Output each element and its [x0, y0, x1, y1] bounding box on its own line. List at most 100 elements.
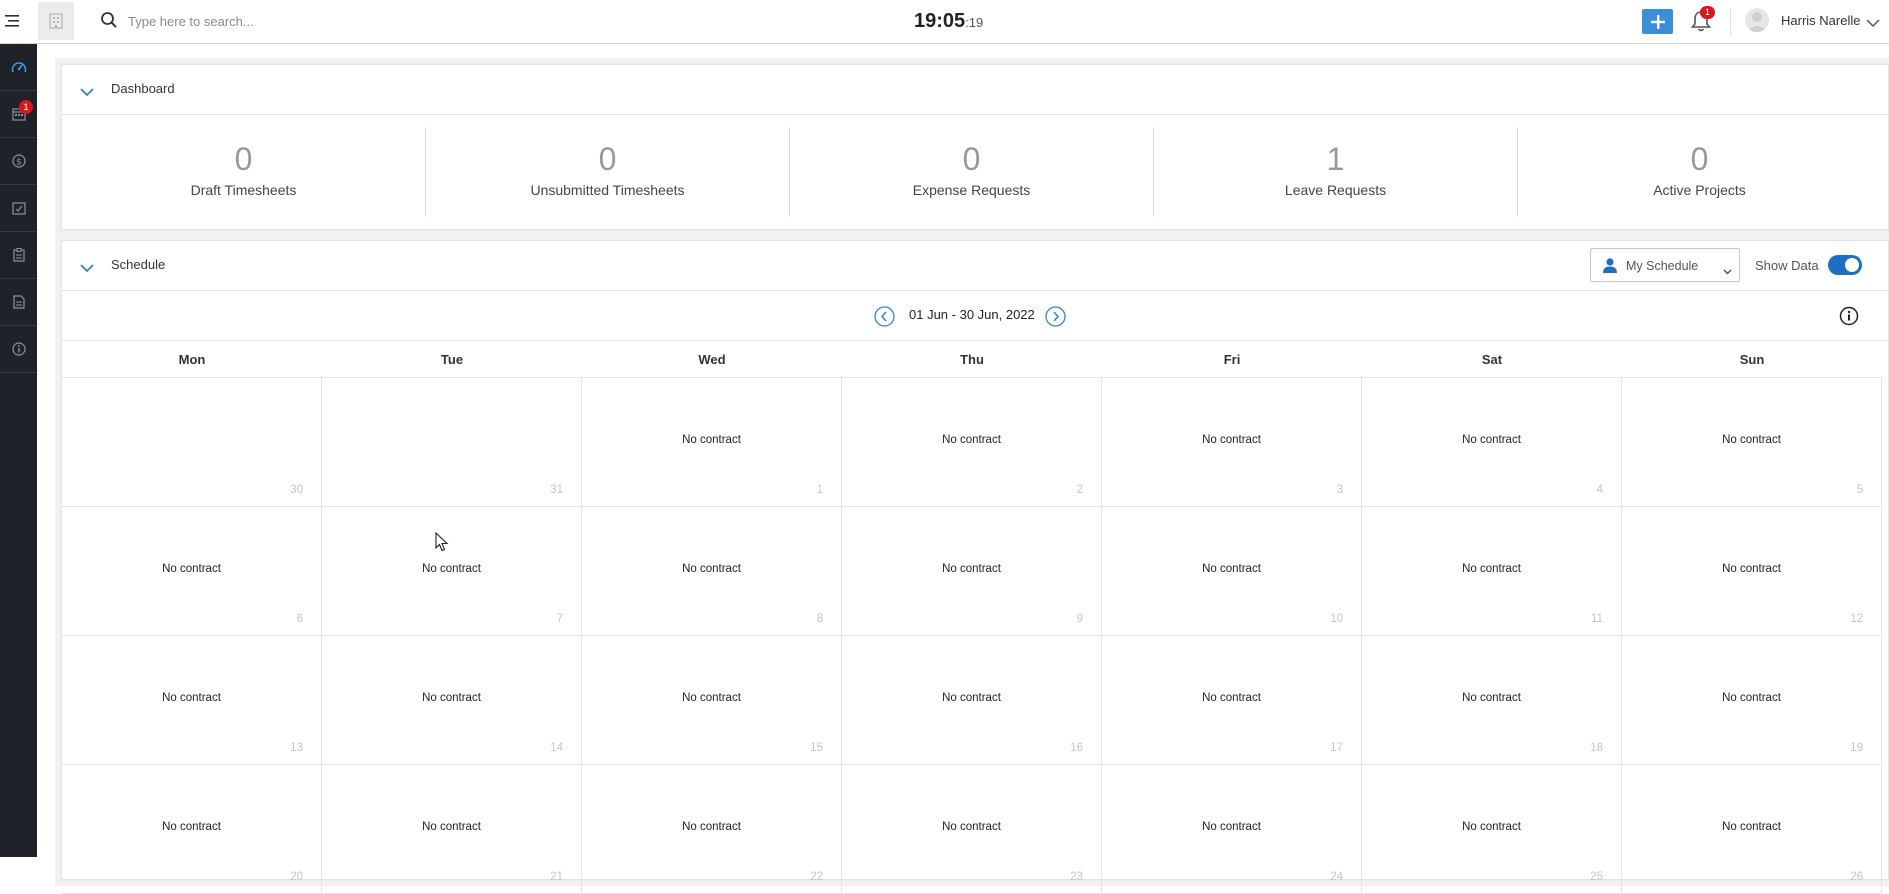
toggle-knob [1845, 258, 1859, 272]
calendar-day-cell[interactable]: No contract 20 [62, 765, 322, 894]
calendar-day-cell[interactable]: No contract 24 [1102, 765, 1362, 894]
day-status: No contract [1462, 563, 1521, 575]
schedule-view-select[interactable]: My Schedule [1590, 248, 1740, 282]
calendar-day-cell[interactable]: No contract 14 [322, 636, 582, 765]
schedule-view-value: My Schedule [1626, 259, 1699, 273]
calendar-day-cell[interactable]: No contract 2 [842, 378, 1102, 507]
menu-toggle-icon[interactable] [0, 4, 26, 38]
search-input[interactable] [128, 10, 508, 32]
day-number: 14 [550, 742, 563, 754]
day-status: No contract [1462, 692, 1521, 704]
collapse-chevron-icon[interactable] [80, 260, 94, 278]
info-icon[interactable] [1839, 306, 1859, 331]
sidebar-item-calendar[interactable] [0, 91, 37, 138]
calendar-day-cell[interactable]: No contract 3 [1102, 378, 1362, 507]
calendar-day-cell[interactable]: No contract 26 [1622, 765, 1882, 894]
calendar-day-cell[interactable]: No contract 7 [322, 507, 582, 636]
calendar-day-cell[interactable]: 31 [322, 378, 582, 507]
chevron-down-icon[interactable] [1866, 15, 1880, 33]
document-icon [12, 295, 25, 309]
company-logo[interactable] [38, 2, 74, 40]
calendar-day-cell[interactable]: No contract 17 [1102, 636, 1362, 765]
day-status: No contract [942, 692, 1001, 704]
svg-text:$: $ [16, 158, 22, 168]
sidebar-item-documents[interactable] [0, 279, 37, 326]
sidebar-item-clipboard[interactable] [0, 232, 37, 279]
calendar-day-cell[interactable]: No contract 9 [842, 507, 1102, 636]
day-number: 25 [1590, 871, 1603, 883]
mouse-cursor-icon [435, 531, 449, 557]
stat-leave-requests[interactable]: 1 Leave Requests [1154, 115, 1517, 231]
dashboard-header[interactable]: Dashboard [62, 65, 1888, 115]
day-number: 20 [290, 871, 303, 883]
weekday-header: Fri [1102, 341, 1362, 378]
calendar-day-cell[interactable]: No contract 18 [1362, 636, 1622, 765]
calendar-day-cell[interactable]: 30 [62, 378, 322, 507]
calendar-day-cell[interactable]: No contract 1 [582, 378, 842, 507]
calendar-day-cell[interactable]: No contract 8 [582, 507, 842, 636]
day-status: No contract [1202, 434, 1261, 446]
calendar-day-cell[interactable]: No contract 5 [1622, 378, 1882, 507]
clock: 19:05:19 [914, 10, 983, 33]
clipboard-icon [12, 248, 25, 262]
day-number: 12 [1850, 613, 1863, 625]
show-data-toggle[interactable] [1828, 255, 1862, 275]
weekday-header: Thu [842, 341, 1102, 378]
stat-value: 0 [598, 141, 617, 177]
day-status: No contract [1462, 434, 1521, 446]
day-number: 13 [290, 742, 303, 754]
collapse-chevron-icon[interactable] [80, 84, 94, 102]
stat-label: Unsubmitted Timesheets [530, 182, 685, 198]
sidebar-item-info[interactable] [0, 326, 37, 373]
stat-active-projects[interactable]: 0 Active Projects [1518, 115, 1881, 231]
dollar-icon: $ [11, 154, 26, 168]
calendar-day-cell[interactable]: No contract 25 [1362, 765, 1622, 894]
prev-month-icon[interactable] [874, 306, 895, 332]
day-number: 9 [1076, 613, 1083, 625]
calendar-day-cell[interactable]: No contract 13 [62, 636, 322, 765]
weekday-header: Wed [582, 341, 842, 378]
calendar-day-cell[interactable]: No contract 23 [842, 765, 1102, 894]
day-status: No contract [1462, 821, 1521, 833]
search-icon[interactable] [100, 11, 118, 34]
next-month-icon[interactable] [1045, 306, 1066, 332]
sidebar-item-tasks[interactable] [0, 185, 37, 232]
day-status: No contract [422, 821, 481, 833]
day-number: 23 [1070, 871, 1083, 883]
stat-label: Expense Requests [912, 182, 1031, 198]
calendar-day-cell[interactable]: No contract 6 [62, 507, 322, 636]
schedule-panel: Schedule My Schedule Show Data 01 Jun - … [61, 240, 1889, 894]
calendar-day-cell[interactable]: No contract 15 [582, 636, 842, 765]
calendar-day-cell[interactable]: No contract 21 [322, 765, 582, 894]
day-number: 24 [1330, 871, 1343, 883]
day-number: 4 [1596, 484, 1603, 496]
sidebar-item-expenses[interactable]: $ [0, 138, 37, 185]
avatar[interactable] [1745, 8, 1769, 32]
day-status: No contract [1722, 692, 1781, 704]
notification-count-badge: 1 [1700, 6, 1715, 19]
calendar-day-cell[interactable]: No contract 19 [1622, 636, 1882, 765]
stat-draft-timesheets[interactable]: 0 Draft Timesheets [62, 115, 425, 231]
date-range-bar: 01 Jun - 30 Jun, 2022 [62, 291, 1888, 341]
task-check-icon [11, 202, 26, 215]
stat-expense-requests[interactable]: 0 Expense Requests [790, 115, 1153, 231]
day-status: No contract [1202, 692, 1261, 704]
user-name[interactable]: Harris Narelle [1781, 13, 1860, 28]
show-data-label: Show Data [1755, 258, 1819, 273]
calendar-day-cell[interactable]: No contract 11 [1362, 507, 1622, 636]
stat-value: 1 [1326, 141, 1345, 177]
calendar-day-cell[interactable]: No contract 4 [1362, 378, 1622, 507]
sidebar-item-dashboard[interactable] [0, 44, 37, 91]
add-button[interactable] [1642, 9, 1673, 34]
schedule-header: Schedule My Schedule Show Data [62, 241, 1888, 291]
day-number: 3 [1336, 484, 1343, 496]
day-number: 6 [296, 613, 303, 625]
stat-label: Active Projects [1653, 182, 1746, 198]
user-icon [1603, 258, 1617, 278]
stat-unsubmitted-timesheets[interactable]: 0 Unsubmitted Timesheets [426, 115, 789, 231]
calendar-day-cell[interactable]: No contract 12 [1622, 507, 1882, 636]
calendar-day-cell[interactable]: No contract 22 [582, 765, 842, 894]
calendar-day-cell[interactable]: No contract 10 [1102, 507, 1362, 636]
day-number: 16 [1070, 742, 1083, 754]
calendar-day-cell[interactable]: No contract 16 [842, 636, 1102, 765]
